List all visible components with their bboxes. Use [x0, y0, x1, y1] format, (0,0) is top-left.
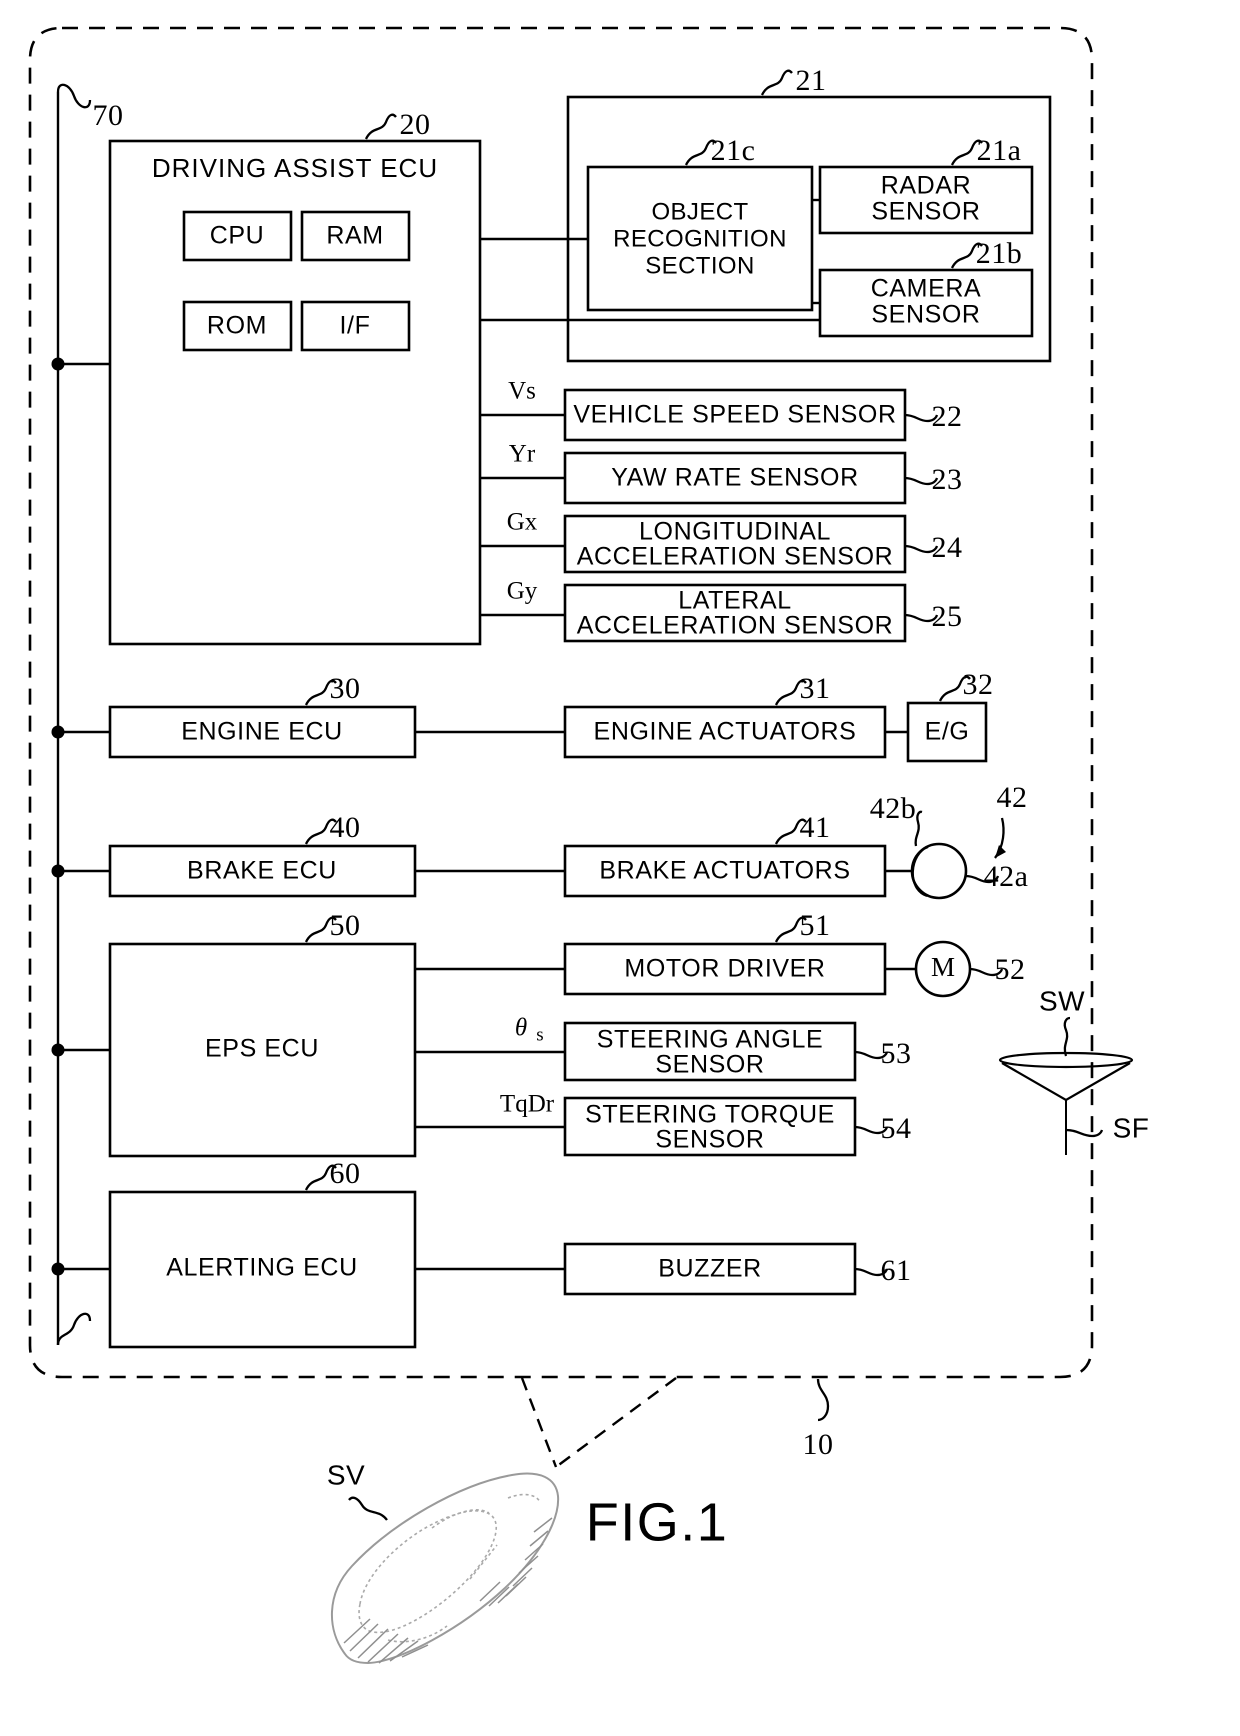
steering-torque-sensor-label-line2: SENSOR: [655, 1126, 764, 1154]
brake-actuators-label: BRAKE ACTUATORS: [599, 857, 850, 885]
ref-24: 24: [932, 531, 963, 564]
steering-shaft-tag: SF: [1113, 1112, 1150, 1143]
signal-tqdr: TqDr: [500, 1091, 555, 1118]
ref-21c: 21c: [711, 134, 756, 167]
object-recognition-label-line3: SECTION: [645, 252, 754, 279]
ref-21a: 21a: [977, 134, 1022, 167]
engine-actuators-label: ENGINE ACTUATORS: [594, 718, 857, 746]
object-recognition-label-line1: OBJECT: [651, 198, 748, 225]
steering-torque-sensor-label-line1: STEERING TORQUE: [585, 1101, 835, 1129]
ref-70: 70: [93, 99, 124, 132]
vehicle-illustration: [330, 1472, 560, 1665]
ref-10: 10: [803, 1428, 834, 1461]
motor-group: M: [885, 940, 972, 998]
ref-53: 53: [881, 1037, 912, 1070]
ref-22: 22: [932, 400, 963, 433]
engine-ecu-label: ENGINE ECU: [181, 718, 343, 746]
ref-51: 51: [800, 909, 831, 942]
lateral-acceleration-sensor-label-line2: ACCELERATION SENSOR: [577, 612, 894, 640]
ref-20: 20: [400, 108, 431, 141]
ref-42b: 42b: [870, 792, 917, 825]
driving-assist-ecu-block: [108, 139, 482, 646]
leader-21: [760, 69, 793, 96]
ref-32: 32: [963, 668, 994, 701]
vehicle-speed-sensor-label: VEHICLE SPEED SENSOR: [573, 401, 896, 429]
object-recognition-label-line2: RECOGNITION: [613, 225, 787, 252]
ref-31: 31: [800, 672, 831, 705]
alerting-ecu-label: ALERTING ECU: [166, 1254, 358, 1282]
signal-theta-subscript: s: [536, 1024, 543, 1045]
vehicle-tag-sv: SV: [327, 1459, 365, 1490]
ref-21b: 21b: [976, 237, 1023, 270]
communication-bus: [51, 83, 110, 1346]
yaw-rate-sensor-label: YAW RATE SENSOR: [611, 464, 858, 492]
ref-52: 52: [995, 953, 1026, 986]
signal-theta-s: θ s: [515, 1015, 544, 1046]
lateral-acceleration-sensor-label-line1: LATERAL: [678, 587, 792, 615]
ref-61: 61: [881, 1254, 912, 1287]
eps-ecu-label: EPS ECU: [205, 1035, 319, 1063]
steering-angle-sensor-label-line1: STEERING ANGLE: [597, 1026, 824, 1054]
longitudinal-acceleration-sensor-label-line1: LONGITUDINAL: [639, 518, 831, 546]
signal-yr: Yr: [509, 441, 536, 468]
signal-gx: Gx: [507, 509, 538, 536]
ref-23: 23: [932, 463, 963, 496]
ref-21: 21: [796, 64, 827, 97]
steering-wheel-tag: SW: [1039, 985, 1085, 1016]
ref-54: 54: [881, 1112, 912, 1145]
motor-driver-label: MOTOR DRIVER: [624, 955, 825, 983]
driving-assist-ecu-label: DRIVING ASSIST ECU: [152, 153, 438, 183]
ref-30: 30: [330, 672, 361, 705]
ref-42a: 42a: [984, 860, 1029, 893]
cpu-label: CPU: [210, 222, 265, 250]
signal-vs: Vs: [508, 378, 536, 405]
ref-42: 42: [997, 781, 1028, 814]
leader-10: [816, 1378, 830, 1422]
signal-gy: Gy: [507, 578, 538, 605]
if-label: I/F: [340, 312, 371, 340]
steering-wheel-cone: [1001, 1062, 1131, 1102]
ref-60: 60: [330, 1157, 361, 1190]
leader-42-arrow: [994, 817, 1006, 859]
rom-label: ROM: [207, 312, 267, 340]
block-diagram: 70 20 DRIVING ASSIST ECU CPU RAM ROM I/F…: [28, 26, 1150, 1665]
radar-sensor-label-line2: SENSOR: [871, 198, 980, 226]
ref-40: 40: [330, 811, 361, 844]
motor-label: M: [931, 952, 955, 982]
ref-25: 25: [932, 600, 963, 633]
signal-theta-symbol: θ: [515, 1015, 527, 1042]
radar-sensor-label-line1: RADAR: [881, 172, 972, 200]
ram-label: RAM: [326, 222, 383, 250]
leader-20: [364, 113, 397, 140]
ref-41: 41: [800, 811, 831, 844]
steering-angle-sensor-label-line2: SENSOR: [655, 1051, 764, 1079]
engine-label: E/G: [925, 718, 970, 746]
brake-caliper-icon: [911, 845, 929, 898]
longitudinal-acceleration-sensor-label-line2: ACCELERATION SENSOR: [577, 543, 894, 571]
ecu-sensor-links: [480, 237, 568, 322]
vehicle-shading: [343, 1517, 553, 1664]
figure-canvas: 70 20 DRIVING ASSIST ECU CPU RAM ROM I/F…: [0, 0, 1240, 1736]
camera-sensor-label-line1: CAMERA: [871, 275, 982, 303]
buzzer-label: BUZZER: [658, 1255, 762, 1283]
ref-50: 50: [330, 909, 361, 942]
vehicle-callout-lines: [520, 1377, 677, 1468]
figure-label: FIG.1: [586, 1492, 729, 1552]
camera-sensor-label-line2: SENSOR: [871, 301, 980, 329]
brake-ecu-label: BRAKE ECU: [187, 857, 337, 885]
